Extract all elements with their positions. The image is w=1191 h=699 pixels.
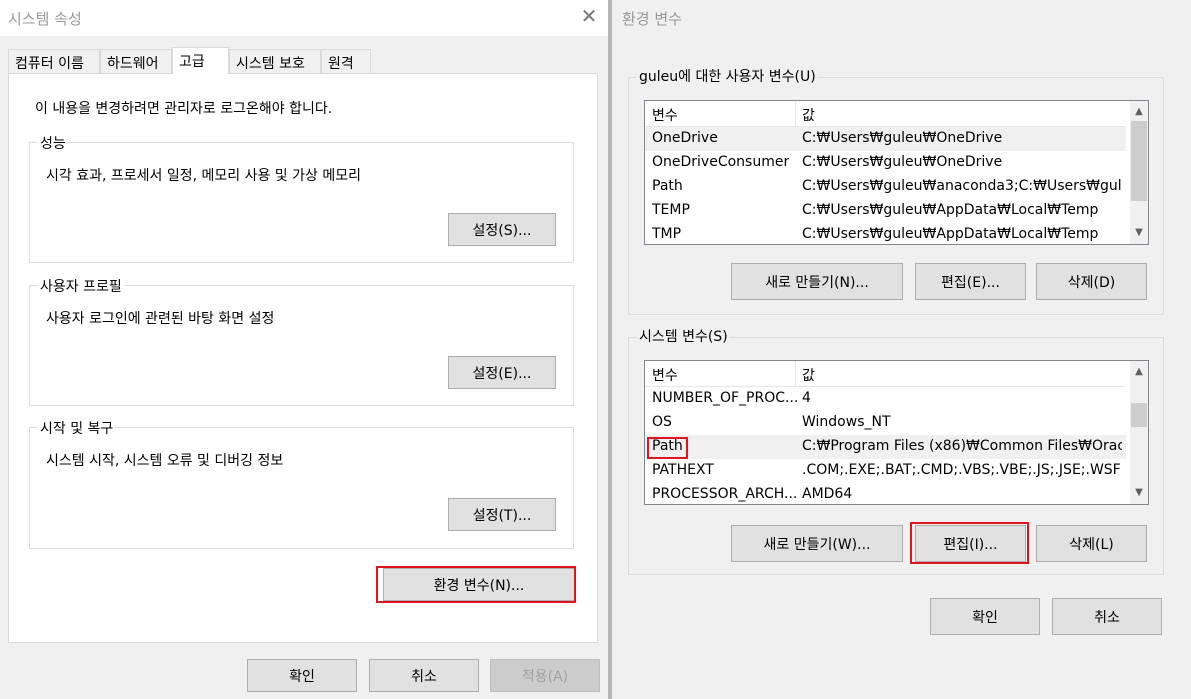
system-new-button[interactable]: 새로 만들기(W)... [731,525,903,562]
column-header-variable[interactable]: 변수 [652,365,678,385]
performance-group: 성능 시각 효과, 프로세서 일정, 메모리 사용 및 가상 메모리 설정(S)… [29,133,574,263]
highlight-box [376,566,576,603]
tab-hardware[interactable]: 하드웨어 [100,49,172,73]
variable-name: PROCESSOR_ARCH... [652,486,798,502]
table-row[interactable]: NUMBER_OF_PROC... 4 [645,387,1126,411]
variable-name: TMP [652,226,682,242]
variable-value: C:₩Users₩guleu₩AppData₩Local₩Temp [802,202,1099,218]
dialog-title: 환경 변수 [622,10,682,28]
cancel-button[interactable]: 취소 [1052,598,1162,635]
variable-name: OS [652,414,672,430]
variable-value: C:₩Users₩guleu₩AppData₩Local₩Temp [802,226,1099,242]
group-description: 사용자 로그인에 관련된 바탕 화면 설정 [46,311,275,327]
variable-name: PATHEXT [652,462,714,478]
column-header-variable[interactable]: 변수 [652,105,678,125]
variable-value: Windows_NT [802,414,891,430]
ok-button[interactable]: 확인 [930,598,1040,635]
dialog-button-bar: 확인 취소 적용(A) [0,643,608,699]
system-variables-group: 시스템 변수(S) 변수 값 NUMBER_OF_PROC... 4 OS Wi… [628,326,1164,575]
cancel-button[interactable]: 취소 [369,659,479,692]
variable-value: C:₩Users₩guleu₩OneDrive [802,130,1003,146]
scroll-up-icon[interactable]: ▲ [1130,103,1148,121]
table-row[interactable]: OS Windows_NT [645,411,1126,435]
user-variables-group: guleu에 대한 사용자 변수(U) 변수 값 OneDrive C:₩Use… [628,66,1164,315]
system-variables-list[interactable]: 변수 값 NUMBER_OF_PROC... 4 OS Windows_NT P… [644,360,1149,505]
scroll-up-icon[interactable]: ▲ [1130,363,1148,381]
scroll-thumb[interactable] [1131,121,1147,201]
column-header-value[interactable]: 값 [802,365,815,385]
group-description: 시스템 시작, 시스템 오류 및 디버깅 정보 [46,453,284,469]
system-properties-titlebar: 시스템 속성 ✕ [0,0,608,36]
variable-value: C:₩Users₩guleu₩OneDrive [802,154,1003,170]
table-row[interactable]: PROCESSOR_ARCH... AMD64 [645,483,1126,504]
table-row[interactable]: Path C:₩Program Files (x86)₩Common Files… [645,435,1126,459]
close-icon[interactable]: ✕ [578,5,600,27]
table-row[interactable]: OneDriveConsumer C:₩Users₩guleu₩OneDrive [645,151,1126,175]
environment-variables-titlebar: 환경 변수 [612,0,1191,36]
highlight-box [910,522,1029,564]
user-new-button[interactable]: 새로 만들기(N)... [731,263,903,300]
system-properties-dialog: 시스템 속성 ✕ 컴퓨터 이름 하드웨어 고급 시스템 보호 원격 이 내용을 … [0,0,608,699]
system-delete-button[interactable]: 삭제(L) [1036,525,1147,562]
highlight-box [647,437,688,459]
scroll-thumb[interactable] [1131,403,1147,427]
environment-variables-dialog: 환경 변수 guleu에 대한 사용자 변수(U) 변수 값 OneDrive … [612,0,1191,699]
variable-value: C:₩Program Files (x86)₩Common Files₩Orac… [802,438,1122,454]
variable-name: TEMP [652,202,690,218]
tab-remote[interactable]: 원격 [321,49,371,73]
variable-value: AMD64 [802,486,853,502]
scroll-down-icon[interactable]: ▼ [1130,484,1148,502]
group-legend: 사용자 프로필 [38,276,124,296]
variable-value: C:₩Users₩guleu₩anaconda3;C:₩Users₩gule..… [802,178,1122,194]
vertical-scrollbar[interactable]: ▲ ▼ [1130,101,1148,244]
user-edit-button[interactable]: 편집(E)... [915,263,1026,300]
group-legend: 성능 [38,133,68,153]
table-row[interactable]: PATHEXT .COM;.EXE;.BAT;.CMD;.VBS;.VBE;.J… [645,459,1126,483]
list-header: 변수 값 [645,101,1125,127]
user-profiles-settings-button[interactable]: 설정(E)... [448,356,556,389]
user-profiles-group: 사용자 프로필 사용자 로그인에 관련된 바탕 화면 설정 설정(E)... [29,276,574,406]
variable-name: OneDrive [652,130,718,146]
group-legend: 시스템 변수(S) [637,326,730,346]
admin-note: 이 내용을 변경하려면 관리자로 로그온해야 합니다. [35,101,333,117]
tab-system-protection[interactable]: 시스템 보호 [229,49,321,73]
scroll-down-icon[interactable]: ▼ [1130,224,1148,242]
variable-value: .COM;.EXE;.BAT;.CMD;.VBS;.VBE;.JS;.JSE;.… [802,462,1122,478]
variable-name: OneDriveConsumer [652,154,790,170]
variable-name: NUMBER_OF_PROC... [652,390,799,406]
group-legend: 시작 및 복구 [38,418,116,438]
table-row[interactable]: TEMP C:₩Users₩guleu₩AppData₩Local₩Temp [645,199,1126,223]
apply-button[interactable]: 적용(A) [490,659,600,692]
table-row[interactable]: Path C:₩Users₩guleu₩anaconda3;C:₩Users₩g… [645,175,1126,199]
tab-advanced[interactable]: 고급 [172,47,229,74]
group-legend: guleu에 대한 사용자 변수(U) [637,66,818,86]
group-description: 시각 효과, 프로세서 일정, 메모리 사용 및 가상 메모리 [46,168,361,184]
startup-recovery-group: 시작 및 복구 시스템 시작, 시스템 오류 및 디버깅 정보 설정(T)... [29,418,574,549]
advanced-tab-panel: 이 내용을 변경하려면 관리자로 로그온해야 합니다. 성능 시각 효과, 프로… [8,73,598,643]
ok-button[interactable]: 확인 [247,659,357,692]
list-header: 변수 값 [645,361,1125,387]
column-separator [795,101,796,127]
column-separator [795,361,796,387]
vertical-scrollbar[interactable]: ▲ ▼ [1130,361,1148,504]
user-delete-button[interactable]: 삭제(D) [1036,263,1147,300]
table-row[interactable]: OneDrive C:₩Users₩guleu₩OneDrive [645,127,1126,151]
variable-name: Path [652,178,683,194]
dialog-title: 시스템 속성 [8,10,82,28]
performance-settings-button[interactable]: 설정(S)... [448,213,556,246]
tab-computer-name[interactable]: 컴퓨터 이름 [8,49,100,73]
startup-recovery-settings-button[interactable]: 설정(T)... [448,498,556,531]
column-header-value[interactable]: 값 [802,105,815,125]
variable-value: 4 [802,390,811,406]
table-row[interactable]: TMP C:₩Users₩guleu₩AppData₩Local₩Temp [645,223,1126,244]
user-variables-list[interactable]: 변수 값 OneDrive C:₩Users₩guleu₩OneDrive On… [644,100,1149,245]
